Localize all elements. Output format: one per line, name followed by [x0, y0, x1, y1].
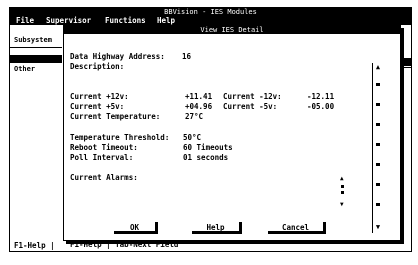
address-value[interactable]: 16 [182, 52, 191, 61]
menu-file[interactable]: File [16, 16, 34, 25]
scroll-tick [376, 143, 380, 146]
scroll-tick [376, 103, 380, 106]
sidebar-item-subsystem[interactable]: Subsystem [14, 36, 52, 44]
status-hint: F1-Help | [14, 241, 55, 250]
sidebar-divider [10, 47, 62, 48]
scroll-tick [376, 123, 380, 126]
sidebar-selected-item[interactable] [10, 55, 62, 63]
scroll-up-icon[interactable]: ▲ [340, 176, 344, 182]
scroll-tick [376, 203, 380, 206]
cancel-button[interactable]: Cancel [268, 222, 326, 234]
scroll-down-icon[interactable]: ▼ [340, 202, 344, 208]
status-bar: F1-Help | [10, 240, 411, 251]
minus12-value: -12.11 [307, 92, 335, 101]
minus12-label: Current -12v: [223, 92, 282, 101]
plus5-value: +04.96 [185, 102, 213, 111]
terminal-screen: BBVision - IES Modules File Supervisor F… [9, 7, 412, 252]
plus12-value: +11.41 [185, 92, 213, 101]
help-button[interactable]: Help [192, 222, 242, 234]
main-scrollbar[interactable]: ▲ ▼ [372, 63, 383, 233]
plus12-label: Current +12v: [70, 92, 129, 101]
menu-functions[interactable]: Functions [105, 16, 146, 25]
description-label: Description: [70, 62, 125, 71]
threshold-label: Temperature Threshold: [70, 133, 170, 142]
menu-supervisor[interactable]: Supervisor [46, 16, 91, 25]
app-title: BBVision - IES Modules [10, 8, 411, 16]
sidebar-item-other[interactable]: Other [14, 65, 35, 73]
minus5-label: Current -5v: [223, 102, 278, 111]
reboot-value[interactable]: 60 Timeouts [183, 143, 233, 152]
temperature-label: Current Temperature: [70, 112, 161, 121]
alarms-scroll[interactable]: ▲ ▼ [340, 176, 346, 210]
scroll-tick [376, 83, 380, 86]
view-ies-detail-dialog: View IES Detail Data Highway Address: 16… [63, 25, 401, 249]
dialog-title: View IES Detail [64, 26, 400, 34]
alarms-label: Current Alarms: [70, 173, 138, 182]
plus5-label: Current +5v: [70, 102, 125, 111]
address-label: Data Highway Address: [70, 52, 165, 61]
scroll-up-icon[interactable]: ▲ [373, 63, 383, 71]
poll-value[interactable]: 01 seconds [183, 153, 228, 162]
temperature-value: 27°C [185, 112, 204, 121]
menu-bar: File Supervisor Functions Help [10, 16, 411, 25]
scroll-tick [376, 163, 380, 166]
scroll-down-icon[interactable]: ▼ [373, 223, 383, 231]
scroll-mark [341, 191, 344, 194]
reboot-label: Reboot Timeout: [70, 143, 138, 152]
menu-help[interactable]: Help [157, 16, 175, 25]
threshold-value[interactable]: 50°C [183, 133, 201, 142]
poll-label: Poll Interval: [70, 153, 134, 162]
ok-button[interactable]: OK [114, 222, 158, 234]
scroll-mark [341, 185, 344, 188]
minus5-value: -05.00 [307, 102, 335, 111]
scroll-tick [376, 183, 380, 186]
